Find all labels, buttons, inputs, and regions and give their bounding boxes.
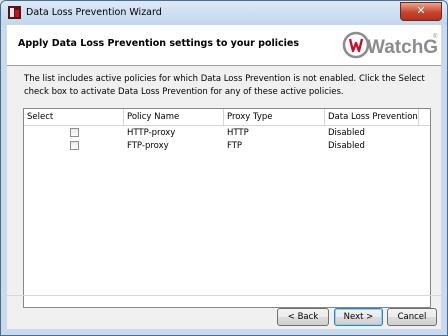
proxy-type-cell: FTP: [227, 141, 243, 151]
policy-name-cell: HTTP-proxy: [127, 128, 176, 138]
watchguard-logo: WatchGuard ®: [342, 31, 438, 59]
policy-name-cell: FTP-proxy: [127, 141, 169, 151]
page-title: Apply Data Loss Prevention settings to y…: [18, 38, 299, 49]
title-bar[interactable]: Data Loss Prevention Wizard ✕: [1, 1, 447, 25]
svg-text:WatchGuard: WatchGuard: [367, 37, 438, 58]
footer-divider: [7, 295, 441, 296]
column-header-proxy-type[interactable]: Proxy Type: [224, 109, 325, 125]
close-button[interactable]: ✕: [400, 2, 442, 21]
proxy-type-cell: HTTP: [227, 128, 249, 138]
svg-text:®: ®: [433, 33, 438, 40]
table-header: Select Policy Name Proxy Type Data Loss …: [24, 109, 430, 126]
wizard-header: Apply Data Loss Prevention settings to y…: [7, 25, 441, 66]
watchguard-app-icon: [8, 6, 21, 19]
next-button[interactable]: Next >: [334, 308, 383, 326]
column-header-policy-name[interactable]: Policy Name: [124, 109, 224, 125]
select-checkbox[interactable]: [70, 128, 79, 137]
select-checkbox[interactable]: [70, 141, 79, 150]
table-row[interactable]: HTTP-proxy HTTP Disabled: [24, 127, 430, 139]
close-icon: ✕: [416, 4, 426, 17]
instruction-text: The list includes active policies for wh…: [24, 74, 425, 97]
back-button[interactable]: < Back: [277, 308, 329, 326]
column-header-select[interactable]: Select: [24, 109, 124, 125]
wizard-content: Apply Data Loss Prevention settings to y…: [7, 25, 441, 329]
wizard-window: Data Loss Prevention Wizard ✕ Apply Data…: [0, 0, 448, 336]
column-header-dlp[interactable]: Data Loss Prevention: [325, 109, 419, 125]
table-row[interactable]: FTP-proxy FTP Disabled: [24, 140, 430, 152]
dlp-status-cell: Disabled: [328, 141, 365, 151]
cancel-button[interactable]: Cancel: [387, 308, 437, 326]
policies-table[interactable]: Select Policy Name Proxy Type Data Loss …: [23, 108, 431, 308]
dlp-status-cell: Disabled: [328, 128, 365, 138]
window-title: Data Loss Prevention Wizard: [26, 7, 162, 18]
